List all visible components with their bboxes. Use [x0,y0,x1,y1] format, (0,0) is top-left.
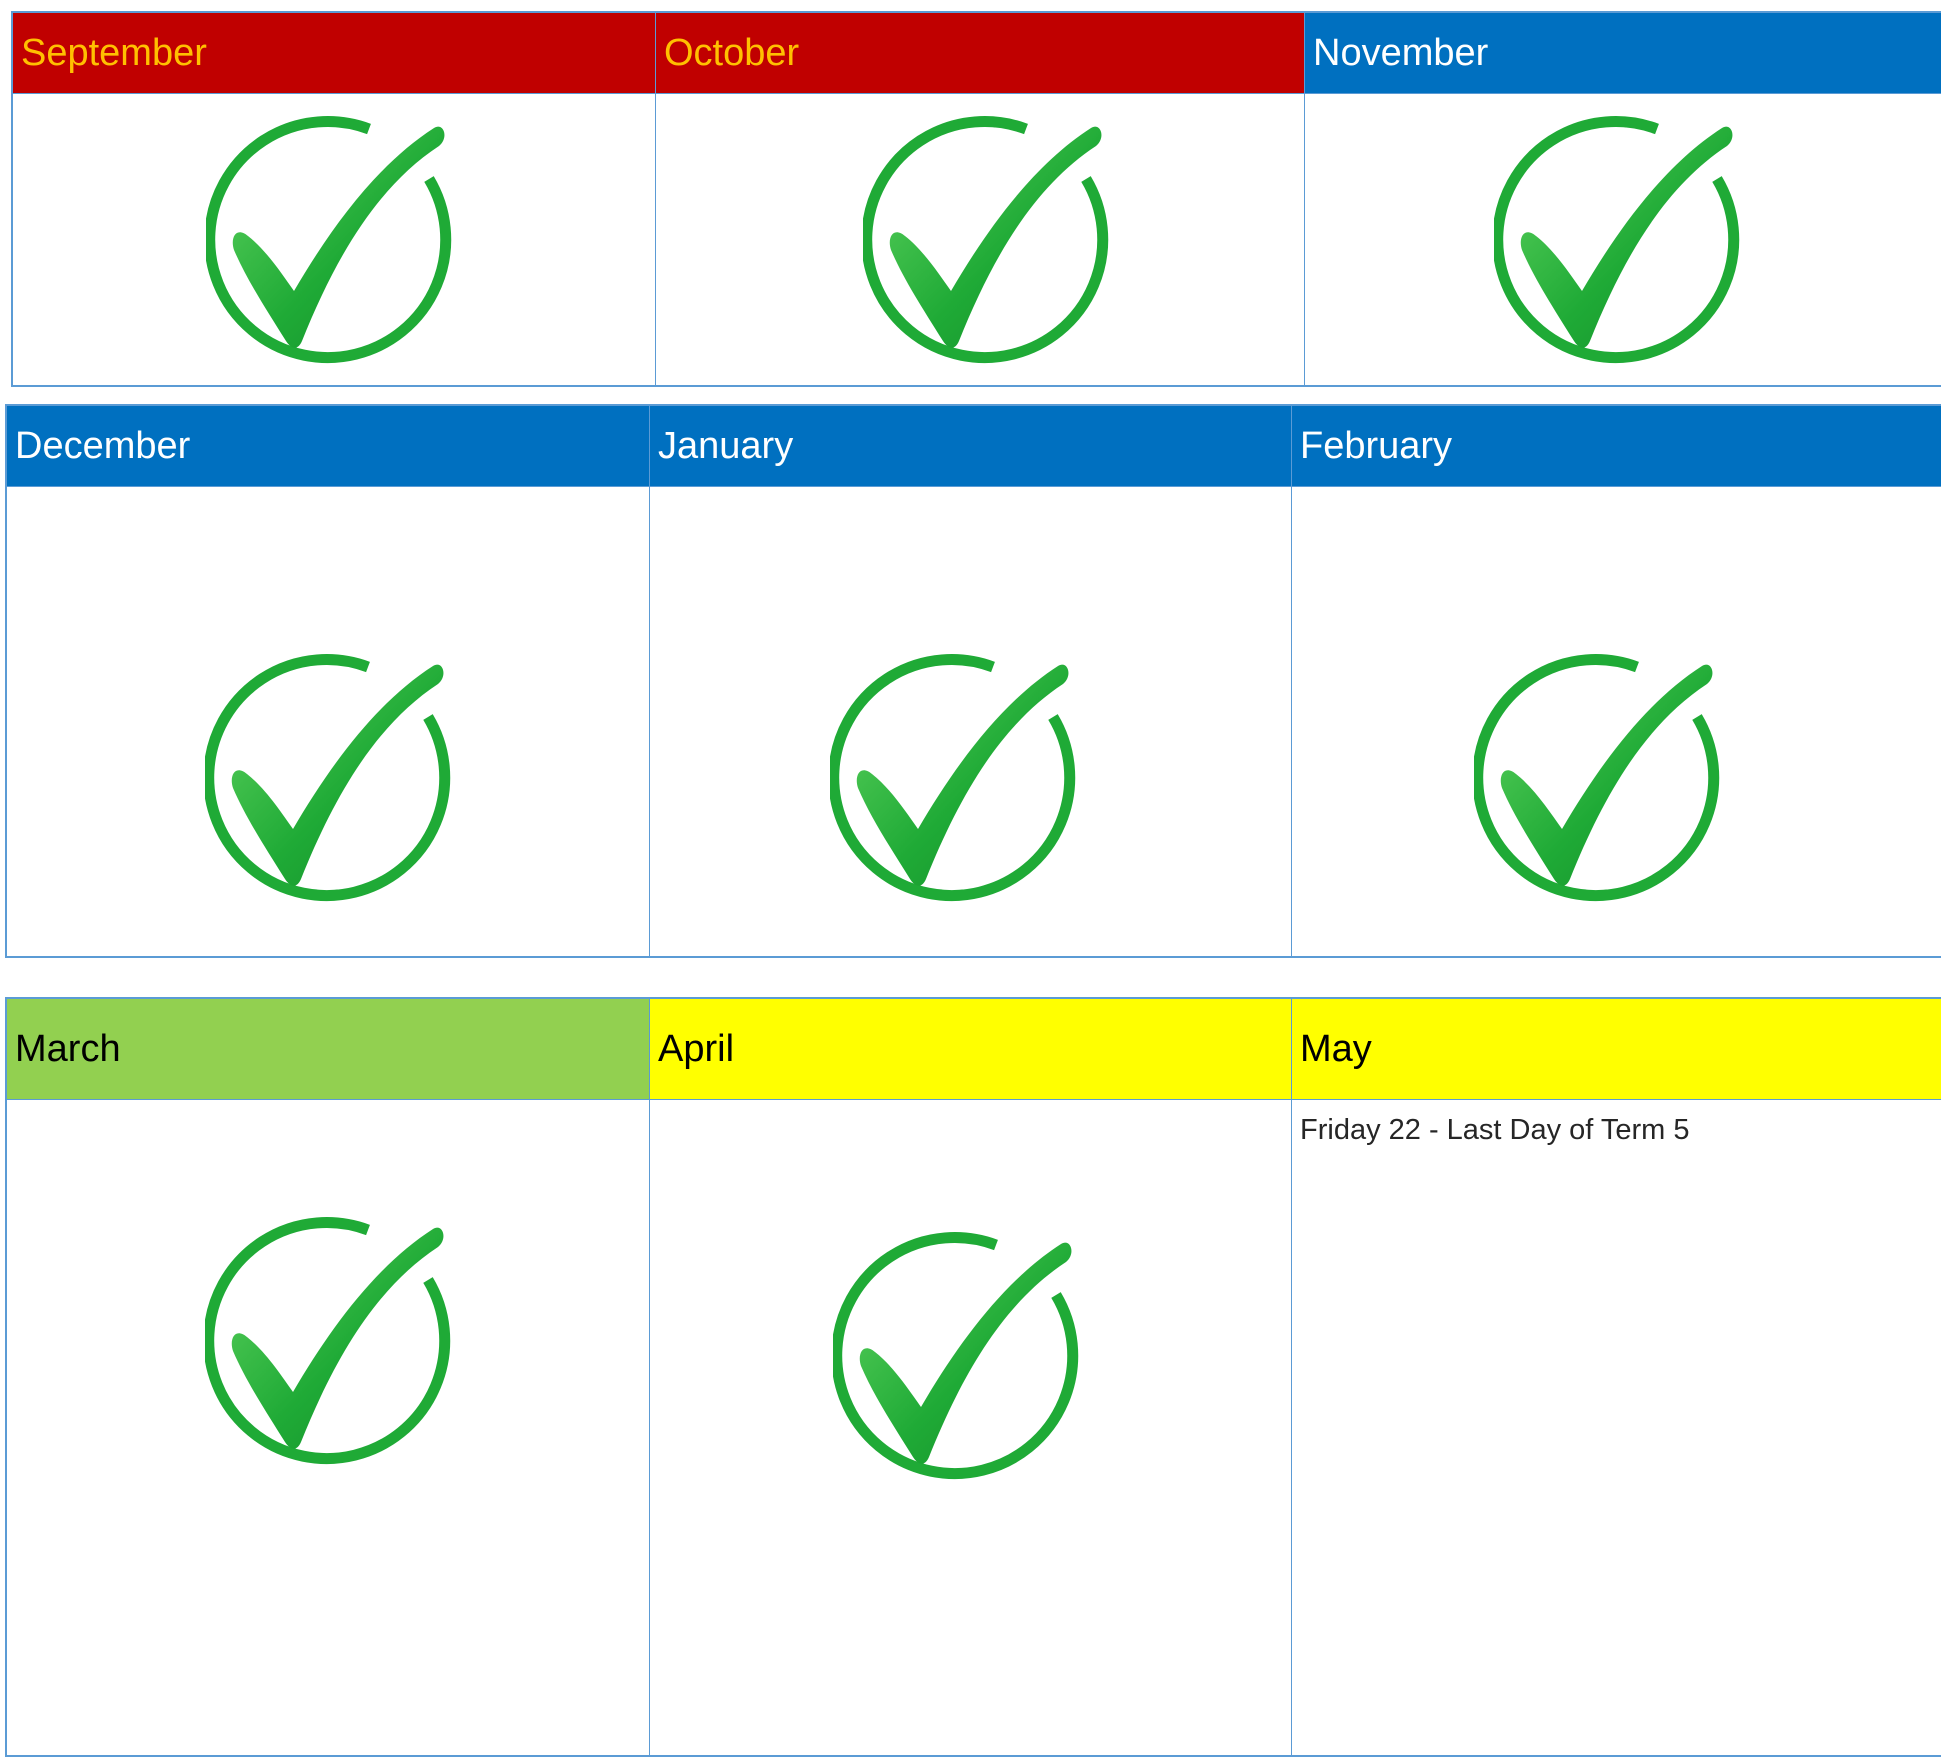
months-table-row-3: March April May Friday 22 - Last Day of … [6,998,1941,1756]
month-header-may: May [1292,999,1941,1100]
month-header-january: January [650,406,1292,487]
check-circle-icon [1494,116,1744,366]
check-circle-icon [863,116,1113,366]
month-header-march: March [7,999,650,1100]
month-header-april: April [650,999,1292,1100]
check-circle-icon [830,654,1080,904]
check-circle-icon [833,1232,1083,1482]
row-autumn-block: September October November [11,11,1941,387]
check-circle-icon [206,116,456,366]
month-header-december: December [7,406,650,487]
month-cell-february [1292,487,1941,957]
months-table-row-2: December January February [6,405,1941,957]
month-header-november: November [1305,13,1941,94]
month-cell-september [13,94,656,386]
month-cell-january [650,487,1292,957]
month-cell-march [7,1100,650,1756]
month-header-february: February [1292,406,1941,487]
months-table-row-1: September October November [12,12,1941,386]
month-cell-october [656,94,1305,386]
term-end-note: Friday 22 - Last Day of Term 5 [1292,1100,1941,1147]
check-circle-icon [205,1217,455,1467]
month-header-october: October [656,13,1305,94]
month-cell-november [1305,94,1941,386]
row-winter-block: December January February [5,404,1941,958]
row-spring-block: March April May Friday 22 - Last Day of … [5,997,1941,1757]
month-header-september: September [13,13,656,94]
check-circle-icon [205,654,455,904]
month-cell-may: Friday 22 - Last Day of Term 5 [1292,1100,1941,1756]
month-cell-april [650,1100,1292,1756]
month-cell-december [7,487,650,957]
check-circle-icon [1474,654,1724,904]
